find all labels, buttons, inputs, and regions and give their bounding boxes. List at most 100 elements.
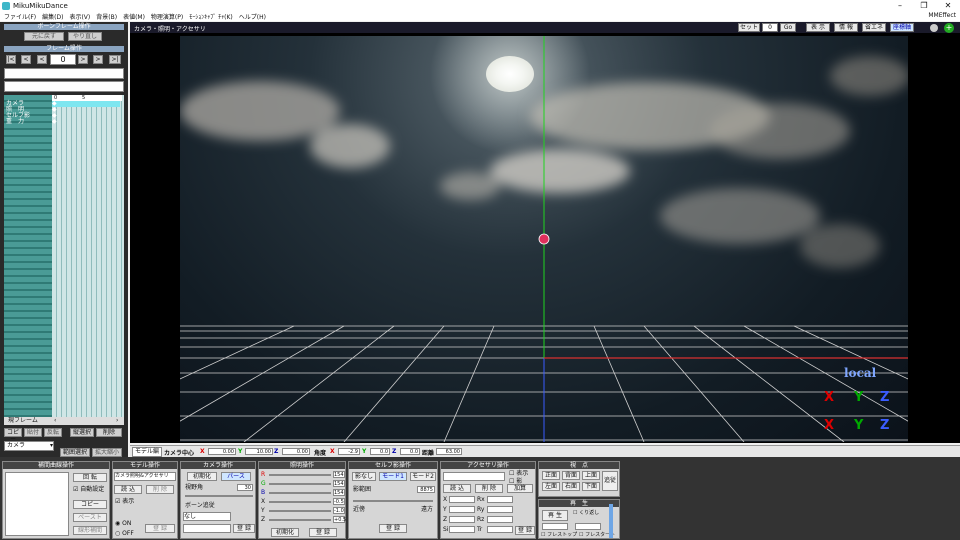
shadow-none-button[interactable]: 影なし	[352, 472, 376, 481]
model-select[interactable]: カメラ照明&アクセサリ	[114, 472, 176, 481]
angle-y-input[interactable]: 0.0	[370, 448, 390, 455]
play-button[interactable]: 再 生	[542, 510, 568, 521]
light-g-slider[interactable]	[269, 483, 331, 485]
acc-show-checkbox[interactable]: ☐ 表示	[509, 470, 528, 477]
light-r-slider[interactable]	[269, 474, 331, 476]
scale-button[interactable]: 拡大縮小	[92, 448, 122, 457]
acc-x-input[interactable]	[449, 496, 475, 503]
camera-y-input[interactable]: 10.00	[245, 448, 273, 455]
volume-slider[interactable]	[609, 504, 613, 538]
follow-button[interactable]: 追従	[602, 471, 618, 491]
interp-copy-button[interactable]: コピー	[73, 500, 107, 509]
acc-si-input[interactable]	[449, 526, 475, 533]
scroll-left-icon[interactable]: ‹	[54, 417, 56, 425]
prev-key-button[interactable]: <	[21, 55, 31, 64]
bone-follow-select[interactable]: なし	[183, 512, 231, 521]
view-bottom-button[interactable]: 下面	[582, 482, 600, 491]
camera-select[interactable]: カメラ ▾	[4, 441, 54, 451]
y-rotate-icon[interactable]: Y	[854, 390, 874, 410]
paste-button[interactable]: 貼付	[24, 428, 42, 437]
view-left-button[interactable]: 左面	[542, 482, 560, 491]
angle-z-input[interactable]: 0.0	[400, 448, 420, 455]
flip-paste-button[interactable]: 反転	[44, 428, 62, 437]
interp-curve-canvas[interactable]	[5, 472, 69, 536]
acc-tr-input[interactable]	[487, 526, 513, 533]
light-x-input[interactable]: -0.5	[333, 498, 345, 505]
timeline-scrollbar[interactable]: 現フレーム ‹ ›	[4, 417, 124, 425]
next-frame-button[interactable]: >	[78, 55, 88, 64]
acc-delete-button[interactable]: 削 除	[475, 484, 503, 493]
model-register-button[interactable]: 登 録	[145, 524, 175, 533]
auto-set-checkbox[interactable]: ☑ 自動設定	[73, 486, 104, 493]
redo-button[interactable]: やり直し	[68, 32, 102, 41]
copy-button[interactable]: コピー	[4, 428, 22, 443]
current-frame-select[interactable]: 現フレーム	[8, 417, 38, 425]
view-top-button[interactable]: 上面	[582, 471, 600, 480]
minimize-button[interactable]: –	[890, 0, 910, 11]
menu-motion-capture[interactable]: ﾓｰｼｮﾝｷｬﾌﾟ ﾁｬ(K)	[189, 12, 233, 21]
camera-x-input[interactable]: 0.00	[208, 448, 236, 455]
off-radio[interactable]: ○ OFF	[115, 530, 134, 537]
acc-z-input[interactable]	[449, 516, 475, 523]
light-y-input[interactable]: -1.0	[333, 507, 345, 514]
info-button[interactable]: 情 報	[834, 23, 858, 32]
model-display-checkbox[interactable]: ☑ 表示	[115, 498, 134, 505]
mode2-button[interactable]: モード2	[410, 472, 436, 481]
frame-stop-checkbox[interactable]: ☐ フレストップ	[541, 532, 577, 539]
camera-init-button[interactable]: 初期化	[187, 472, 217, 481]
light-y-slider[interactable]	[269, 510, 331, 512]
menu-edit[interactable]: 編集(D)	[42, 12, 63, 21]
local-label[interactable]: local	[844, 366, 876, 380]
interp-linear-button[interactable]: 線形補間	[73, 526, 107, 535]
shadow-range-slider[interactable]	[353, 500, 433, 502]
mode1-button[interactable]: モード1	[379, 472, 407, 481]
view-right-button[interactable]: 右面	[562, 482, 580, 491]
view-back-button[interactable]: 背面	[562, 471, 580, 480]
light-b-input[interactable]: 154	[333, 489, 345, 496]
view-angle-input[interactable]: 30	[237, 484, 253, 491]
prev-frame-button[interactable]: <	[37, 55, 47, 64]
light-register-button[interactable]: 登 録	[309, 528, 337, 537]
add-icon[interactable]: +	[944, 23, 954, 33]
first-frame-button[interactable]: |<	[6, 55, 16, 64]
light-x-slider[interactable]	[269, 501, 331, 503]
scroll-right-icon[interactable]: ›	[116, 417, 118, 425]
angle-x-input[interactable]: -2.9	[338, 448, 360, 455]
set-value-input[interactable]: 0	[762, 23, 778, 32]
acc-register-button[interactable]: 登 録	[515, 526, 535, 535]
on-radio[interactable]: ◉ ON	[115, 520, 131, 527]
go-button[interactable]: Go	[780, 23, 796, 32]
set-button[interactable]: セット	[738, 23, 760, 32]
repeat-checkbox[interactable]: ☐ くり返し	[573, 510, 599, 517]
light-z-input[interactable]: +0.5	[333, 516, 346, 523]
track-gravity[interactable]: 重 力	[6, 119, 24, 125]
y-move-icon[interactable]: Y	[854, 418, 874, 438]
accessory-select[interactable]	[443, 472, 505, 481]
display-button[interactable]: 表 示	[806, 23, 830, 32]
view-angle-slider[interactable]	[185, 495, 253, 497]
acc-ry-input[interactable]	[487, 506, 513, 513]
energy-save-button[interactable]: 省エネ	[862, 23, 886, 32]
bone-follow-select-2[interactable]	[183, 524, 231, 533]
last-frame-button[interactable]: >|	[109, 55, 121, 64]
menu-physics[interactable]: 物理演算(P)	[151, 12, 183, 21]
next-key-button[interactable]: >	[93, 55, 103, 64]
acc-rz-input[interactable]	[487, 516, 513, 523]
light-b-slider[interactable]	[269, 492, 331, 494]
menu-file[interactable]: ファイル(F)	[4, 12, 36, 21]
camera-center-marker[interactable]	[538, 233, 550, 245]
axis-button[interactable]: 座標軸	[890, 23, 914, 32]
z-move-icon[interactable]: Z	[880, 418, 900, 438]
distance-input[interactable]: 63.00	[436, 448, 462, 455]
circle-icon[interactable]	[930, 24, 938, 32]
light-r-input[interactable]: 154	[333, 471, 345, 478]
play-start-input[interactable]	[542, 523, 568, 530]
delete-button[interactable]: 削除	[96, 428, 122, 437]
view-front-button[interactable]: 正面	[542, 471, 560, 480]
menu-background[interactable]: 背景(B)	[96, 12, 117, 21]
x-rotate-icon[interactable]: X	[824, 390, 844, 410]
close-button[interactable]: ✕	[938, 0, 958, 11]
menu-help[interactable]: ヘルプ(H)	[239, 12, 266, 21]
vertical-select-button[interactable]: 縦選択	[70, 428, 94, 437]
frame-number-input[interactable]: 0	[50, 54, 76, 65]
